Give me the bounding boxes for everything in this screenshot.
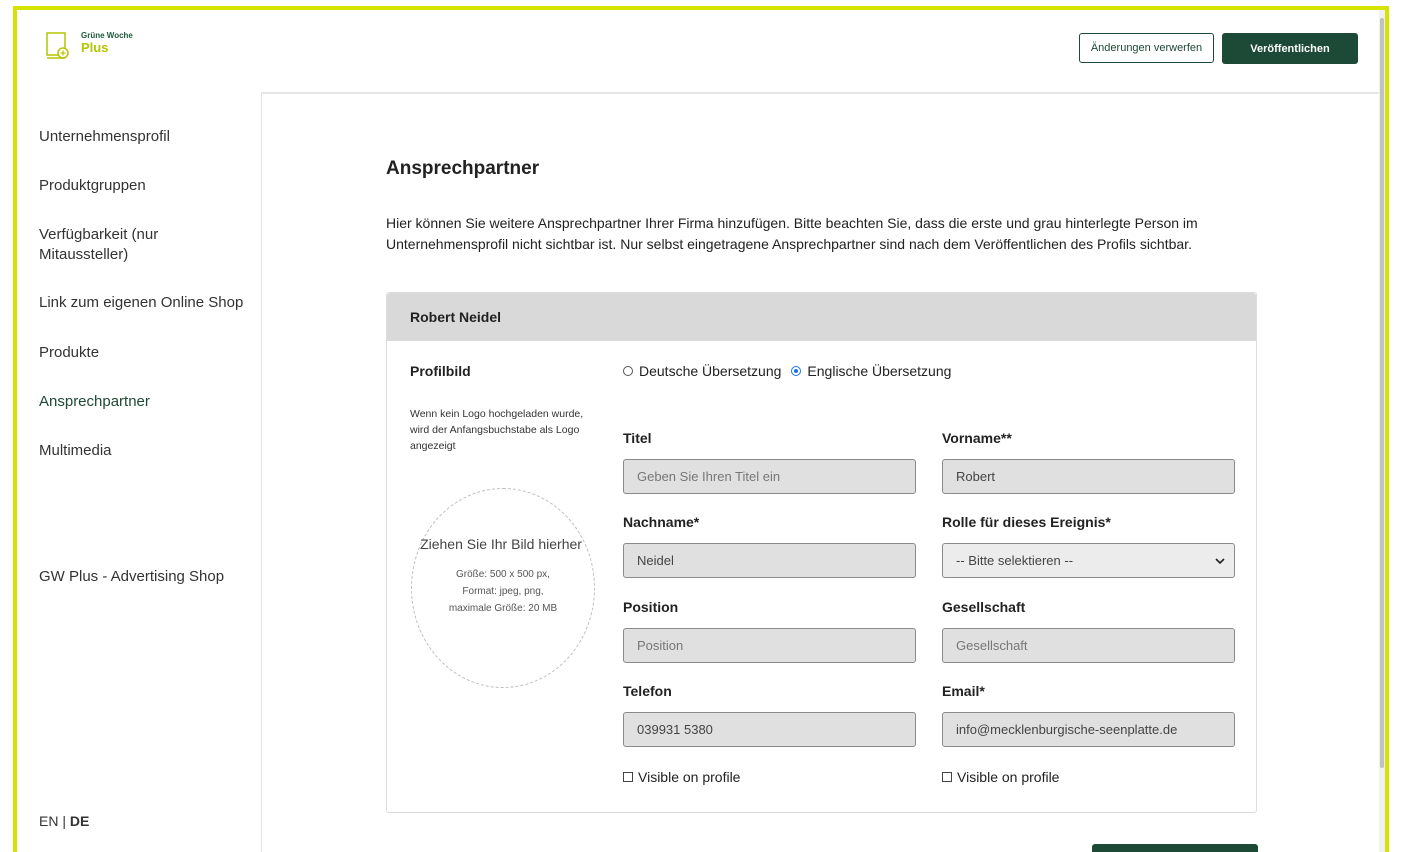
rolle-label: Rolle für dieses Ereignis* bbox=[942, 514, 1111, 530]
sidebar-item-advertising-shop[interactable]: GW Plus - Advertising Shop bbox=[39, 567, 249, 587]
lang-en[interactable]: EN bbox=[39, 813, 58, 829]
contact-card: Robert Neidel Profilbild Wenn kein Logo … bbox=[386, 292, 1257, 813]
publish-button[interactable]: Veröffentlichen bbox=[1222, 33, 1358, 64]
sidebar-item-produkte[interactable]: Produkte bbox=[39, 343, 249, 363]
dropzone-info: Größe: 500 x 500 px, Format: jpeg, png, … bbox=[448, 569, 558, 614]
logo-icon bbox=[46, 32, 73, 63]
translation-radio-group: Deutsche Übersetzung Englische Übersetzu… bbox=[623, 363, 951, 379]
radio-english-label[interactable]: Englische Übersetzung bbox=[807, 363, 951, 379]
radio-german[interactable] bbox=[623, 366, 633, 376]
brand-logo[interactable]: Grüne Woche Plus bbox=[46, 32, 133, 63]
sidebar-item-multimedia[interactable]: Multimedia bbox=[39, 441, 249, 461]
sidebar: Grüne Woche Plus Unternehmensprofil Prod… bbox=[17, 10, 262, 852]
top-bar: Änderungen verwerfen Veröffentlichen bbox=[261, 10, 1385, 94]
add-contact-button[interactable] bbox=[1092, 844, 1258, 852]
email-visible-checkbox-row[interactable]: Visible on profile bbox=[942, 769, 1059, 785]
email-label: Email* bbox=[942, 683, 985, 699]
titel-label: Titel bbox=[623, 430, 652, 446]
vorname-label: Vorname** bbox=[942, 430, 1012, 446]
titel-input[interactable]: Geben Sie Ihren Titel ein bbox=[623, 459, 916, 494]
telefon-visible-label[interactable]: Visible on profile bbox=[638, 769, 740, 785]
radio-english[interactable] bbox=[791, 366, 802, 376]
sidebar-item-unternehmensprofil[interactable]: Unternehmensprofil bbox=[39, 127, 249, 147]
lang-separator: | bbox=[58, 813, 70, 829]
email-visible-label[interactable]: Visible on profile bbox=[957, 769, 1059, 785]
contact-card-header[interactable]: Robert Neidel bbox=[387, 293, 1256, 341]
vorname-input[interactable]: Robert bbox=[942, 459, 1235, 494]
gesellschaft-input[interactable]: Gesellschaft bbox=[942, 628, 1235, 663]
rolle-select-value: -- Bitte selektieren -- bbox=[956, 553, 1074, 568]
logo-line1: Grüne Woche bbox=[81, 31, 133, 40]
logo-line2: Plus bbox=[81, 40, 109, 55]
profile-image-hint: Wenn kein Logo hochgeladen wurde, wird d… bbox=[410, 408, 584, 452]
gesellschaft-label: Gesellschaft bbox=[942, 599, 1026, 615]
position-label: Position bbox=[623, 599, 679, 615]
profile-image-label: Profilbild bbox=[410, 363, 471, 379]
dropzone-title: Ziehen Sie Ihr Bild hierher bbox=[420, 536, 582, 552]
contact-name: Robert Neidel bbox=[410, 309, 502, 325]
sidebar-item-online-shop[interactable]: Link zum eigenen Online Shop bbox=[39, 293, 249, 313]
telefon-label: Telefon bbox=[623, 683, 672, 699]
sidebar-item-verfuegbarkeit[interactable]: Verfügbarkeit (nur Mitaussteller) bbox=[39, 225, 199, 265]
rolle-select[interactable]: -- Bitte selektieren -- bbox=[942, 543, 1235, 578]
discard-changes-button[interactable]: Änderungen verwerfen bbox=[1079, 33, 1214, 63]
nachname-input[interactable]: Neidel bbox=[623, 543, 916, 578]
sidebar-item-ansprechpartner[interactable]: Ansprechpartner bbox=[39, 392, 249, 412]
image-dropzone[interactable]: Ziehen Sie Ihr Bild hierher Größe: 500 x… bbox=[411, 488, 595, 688]
telefon-visible-checkbox-row[interactable]: Visible on profile bbox=[623, 769, 740, 785]
intro-text: Hier können Sie weitere Ansprechpartner … bbox=[386, 215, 1198, 252]
language-switcher: EN | DE bbox=[39, 813, 89, 829]
radio-german-label[interactable]: Deutsche Übersetzung bbox=[639, 363, 781, 379]
sidebar-item-produktgruppen[interactable]: Produktgruppen bbox=[39, 176, 249, 196]
email-visible-checkbox[interactable] bbox=[942, 772, 952, 782]
scrollbar-thumb[interactable] bbox=[1380, 18, 1384, 768]
telefon-visible-checkbox[interactable] bbox=[623, 772, 633, 782]
page-title: Ansprechpartner bbox=[386, 158, 540, 179]
app-window: Grüne Woche Plus Unternehmensprofil Prod… bbox=[13, 6, 1389, 852]
telefon-input[interactable]: 039931 5380 bbox=[623, 712, 916, 747]
chevron-down-icon bbox=[1215, 558, 1225, 565]
page-scrollbar[interactable] bbox=[1379, 10, 1385, 852]
lang-de[interactable]: DE bbox=[70, 813, 89, 829]
nachname-label: Nachname* bbox=[623, 514, 700, 530]
position-input[interactable]: Position bbox=[623, 628, 916, 663]
email-input[interactable]: info@mecklenburgische-seenplatte.de bbox=[942, 712, 1235, 747]
